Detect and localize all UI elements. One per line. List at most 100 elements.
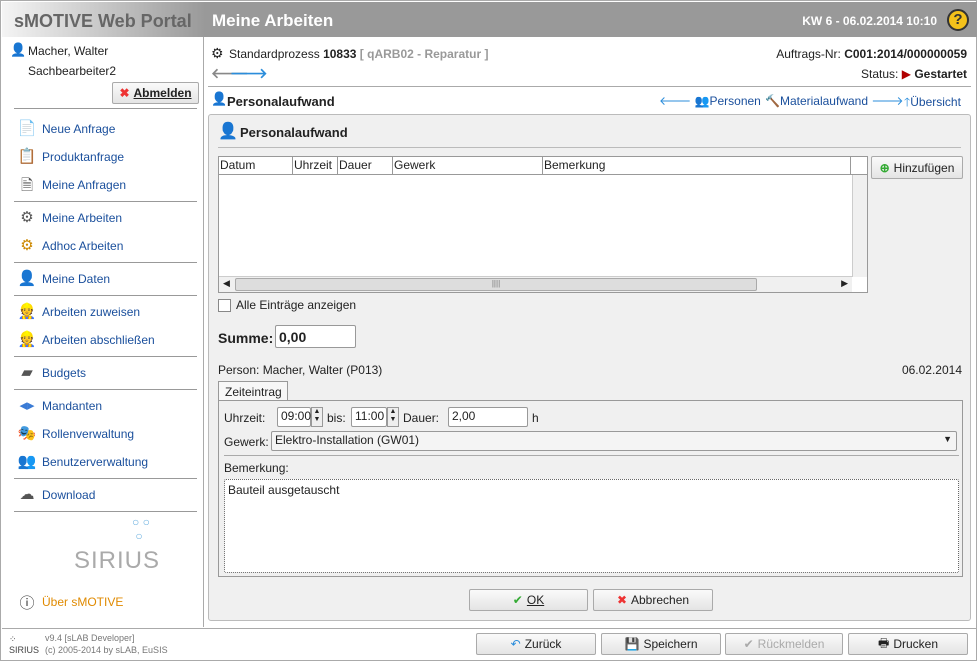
from-time-input[interactable]: 09:00 — [277, 407, 311, 427]
copyright: (c) 2005-2014 by sLAB, EuSIS — [45, 645, 168, 655]
complete-icon: 👷 — [17, 331, 37, 348]
page-title: Meine Arbeiten — [212, 11, 334, 30]
col-dauer[interactable]: Dauer — [338, 157, 393, 174]
from-time-spinner[interactable]: ▲ ▼ — [311, 407, 323, 427]
status: Status: ▶ Gestartet — [861, 67, 967, 81]
scroll-right-icon[interactable]: ▶ — [841, 278, 848, 289]
back-button[interactable]: ↶ Zurück — [476, 633, 596, 655]
entries-table: Datum Uhrzeit Dauer Gewerk Bemerkung |||… — [218, 156, 868, 293]
roles-icon: 🎭 — [17, 425, 37, 442]
to-label: bis: — [327, 411, 346, 425]
to-time-input[interactable]: 11:00 — [351, 407, 387, 427]
remark-label: Bemerkung: — [224, 461, 289, 475]
table-header: Datum Uhrzeit Dauer Gewerk Bemerkung — [219, 157, 867, 175]
plus-icon: ⊕ — [879, 160, 890, 175]
entry-date: 06.02.2014 — [901, 363, 962, 377]
footer-logo-icon: ⁘ SIRIUS — [9, 634, 40, 655]
show-all-checkbox[interactable]: Alle Einträge anzeigen — [218, 298, 356, 312]
app-title: sMOTIVE Web Portal — [2, 2, 204, 37]
to-time-spinner[interactable]: ▲ ▼ — [387, 407, 399, 427]
sidebar: 👤 Macher, Walter Sachbearbeiter2 ✖ Abmeld… — [2, 37, 204, 627]
sidebar-item-budgets[interactable]: ▰ Budgets — [16, 363, 86, 383]
new-request-icon: 📄 — [17, 120, 37, 137]
printer-icon: 🖶 — [877, 635, 890, 650]
col-datum[interactable]: Datum — [219, 157, 293, 174]
remark-textarea[interactable]: Bauteil ausgetauscht — [224, 479, 959, 573]
logout-button[interactable]: ✖ Abmelden — [112, 82, 199, 104]
sidebar-item-mandanten[interactable]: ◂▸ Mandanten — [16, 396, 102, 416]
duration-label: Dauer: — [403, 411, 440, 425]
nav-persons[interactable]: 🡐 👥Personen — [659, 93, 761, 108]
personnel-icon: 👤 — [211, 91, 228, 106]
sidebar-item-benutzerverwaltung[interactable]: 👥 Benutzerverwaltung — [16, 452, 148, 472]
app-window: sMOTIVE Web Portal Meine Arbeiten KW 6 -… — [0, 0, 977, 661]
check-icon: ✔ — [512, 593, 523, 607]
sidebar-item-meine-arbeiten[interactable]: ⚙ Meine Arbeiten — [16, 208, 122, 228]
sidebar-item-download[interactable]: ☁ Download — [16, 485, 96, 505]
personnel-clock-icon: 👤 — [218, 123, 238, 140]
chevron-down-icon: ▼ — [943, 434, 952, 444]
tenants-icon: ◂▸ — [19, 397, 35, 414]
help-icon[interactable]: ? — [947, 9, 969, 31]
scroll-left-icon[interactable]: ◀ — [223, 278, 230, 289]
duration-unit: h — [532, 411, 539, 425]
trade-select[interactable]: Elektro-Installation (GW01) ▼ — [271, 431, 957, 451]
close-icon: ✖ — [119, 86, 130, 100]
info-icon: ⓘ — [19, 595, 35, 612]
print-button[interactable]: 🖶 Drucken — [848, 633, 968, 655]
assign-icon: 👷 — [17, 303, 37, 320]
product-request-icon: 📋 — [17, 148, 37, 165]
user-data-icon: 👤 — [17, 270, 37, 287]
gear-icon: ⚙ — [211, 45, 224, 61]
version: v9.4 [sLAB Developer] — [45, 633, 135, 643]
page-title-bar: Meine Arbeiten KW 6 - 06.02.2014 10:10 ? — [204, 2, 977, 37]
save-button[interactable]: 💾 Speichern — [601, 633, 721, 655]
close-icon: ✖ — [616, 593, 627, 607]
sum-field[interactable]: 0,00 — [275, 325, 356, 348]
tab-zeiteintrag[interactable]: Zeiteintrag — [218, 381, 288, 401]
nav-material[interactable]: 🔨Materialaufwand 🡒 — [765, 93, 904, 108]
sidebar-item-produktanfrage[interactable]: 📋 Produktanfrage — [16, 147, 124, 167]
nav-overview[interactable]: 🡑Übersicht — [904, 93, 961, 114]
time-label: Uhrzeit: — [224, 411, 266, 425]
time-entry-form: Uhrzeit: 09:00 ▲ ▼ bis: 11:00 ▲ ▼ Dauer: 2… — [218, 400, 963, 577]
forward-arrow-icon[interactable]: 🡒 — [230, 65, 268, 82]
about-link[interactable]: ⓘ Über sMOTIVE — [16, 592, 123, 612]
col-uhrzeit[interactable]: Uhrzeit — [293, 157, 338, 174]
left-arrow-icon: 🡐 — [659, 94, 692, 108]
add-button[interactable]: ⊕ Hinzufügen — [871, 156, 963, 179]
week-date: KW 6 - 06.02.2014 10:10 — [802, 14, 937, 28]
wallet-icon: ▰ — [21, 364, 33, 381]
ok-button[interactable]: ✔ OK — [469, 589, 588, 611]
gears-icon: ⚙ — [20, 209, 34, 226]
sidebar-item-rollenverwaltung[interactable]: 🎭 Rollenverwaltung — [16, 424, 134, 444]
checkbox[interactable] — [218, 298, 231, 312]
col-bemerkung[interactable]: Bemerkung — [543, 157, 851, 174]
sidebar-item-adhoc-arbeiten[interactable]: ⚙ Adhoc Arbeiten — [16, 236, 123, 256]
right-arrow-icon: 🡒 — [871, 94, 904, 108]
sidebar-item-meine-anfragen[interactable]: 🗎 Meine Anfragen — [16, 175, 126, 195]
sum-label: Summe: — [218, 330, 274, 346]
process-title: Standardprozess 10833 [ qARB02 - Reparat… — [229, 47, 489, 61]
my-requests-icon: 🗎 — [20, 177, 34, 194]
col-gewerk[interactable]: Gewerk — [393, 157, 543, 174]
personnel-panel: 👤 Personalaufwand Datum Uhrzeit Dauer Ge… — [208, 114, 971, 621]
play-icon: ▶ — [901, 67, 911, 81]
sidebar-item-meine-daten[interactable]: 👤 Meine Daten — [16, 269, 110, 289]
sidebar-item-arbeiten-abschliessen[interactable]: 👷 Arbeiten abschließen — [16, 330, 155, 350]
users-icon: 👥 — [17, 453, 37, 470]
feedback-button[interactable]: ✔ Rückmelden — [725, 633, 843, 655]
vertical-scrollbar[interactable] — [852, 175, 867, 277]
logo-dots-icon: ○ ○ ○ — [132, 515, 150, 543]
order-number: Auftrags-Nr: C001:2014/000000059 — [776, 47, 967, 61]
sidebar-item-arbeiten-zuweisen[interactable]: 👷 Arbeiten zuweisen — [16, 302, 140, 322]
user-role: Sachbearbeiter2 — [28, 64, 117, 78]
cancel-button[interactable]: ✖ Abbrechen — [593, 589, 713, 611]
horizontal-scrollbar[interactable]: |||| ◀ ▶ — [219, 276, 852, 292]
persons-icon: 👥 — [694, 94, 710, 108]
duration-input[interactable]: 2,00 — [448, 407, 528, 427]
sidebar-item-neue-anfrage[interactable]: 📄 Neue Anfrage — [16, 119, 116, 139]
hammer-icon: 🔨 — [765, 94, 780, 108]
scroll-thumb[interactable]: |||| — [235, 278, 757, 291]
save-icon: 💾 — [624, 637, 640, 651]
